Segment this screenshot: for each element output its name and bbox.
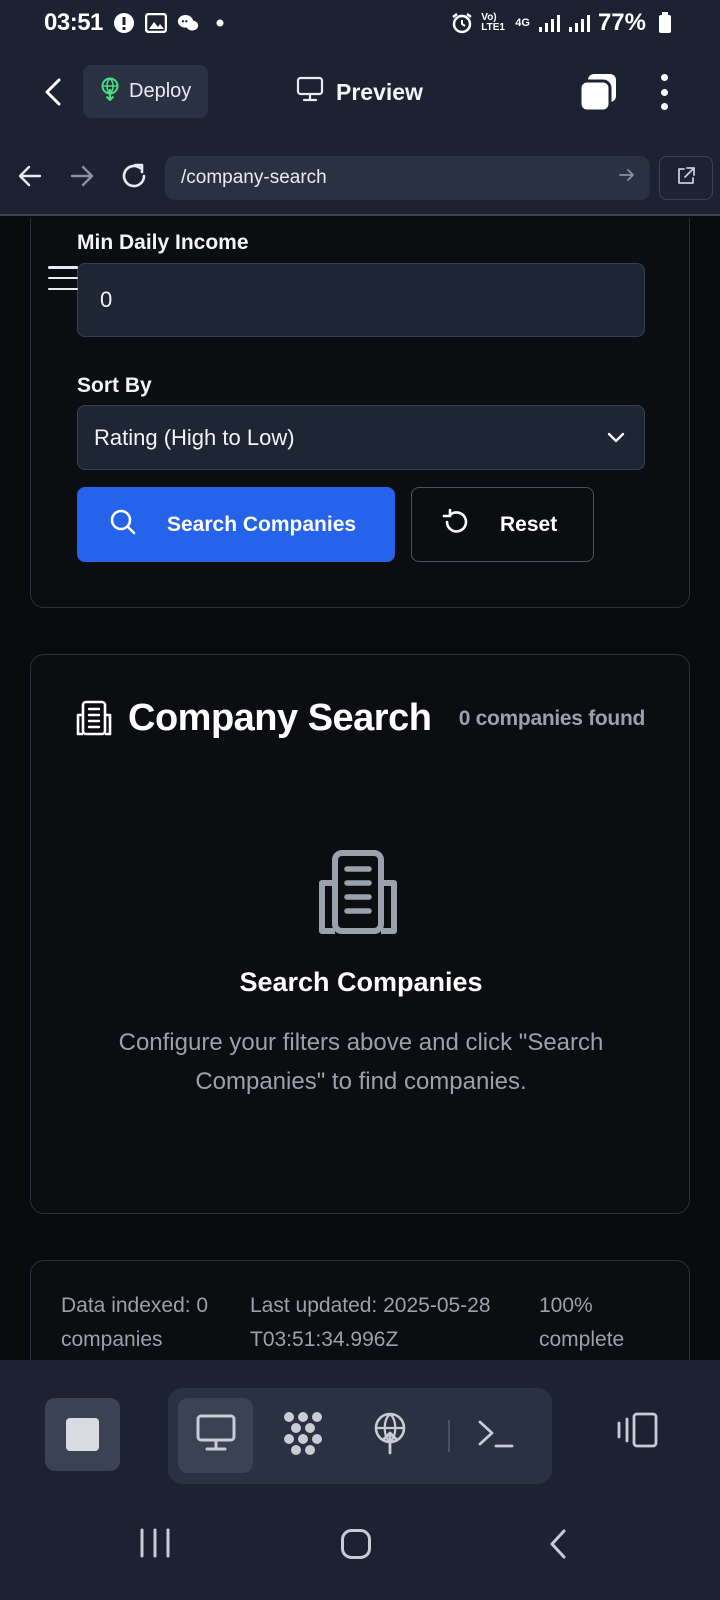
view-switcher (168, 1388, 552, 1484)
min-daily-income-value: 0 (100, 287, 113, 312)
url-bar: /company-search (0, 138, 720, 216)
workflow-view-button[interactable] (265, 1398, 340, 1473)
stat-last-updated: Last updated: 2025-05-28T03:51:34.996Z (250, 1294, 491, 1351)
nav-back-icon[interactable] (14, 160, 46, 192)
preview-label: Preview (336, 78, 423, 105)
deploy-button[interactable]: Deploy (83, 65, 208, 118)
results-count: 0 companies found (458, 707, 646, 730)
signal-strength-2-icon (568, 12, 590, 34)
search-companies-button[interactable]: Search Companies (77, 487, 395, 562)
url-input[interactable]: /company-search (165, 156, 650, 200)
recent-apps-icon[interactable] (138, 1528, 172, 1558)
stop-icon (66, 1418, 99, 1451)
stat-indexed: Data indexed: 0 companies (61, 1294, 209, 1351)
signal-label: Vo) LTE1 (481, 12, 505, 33)
terminal-icon (476, 1416, 516, 1455)
chat-icon (177, 12, 199, 34)
alarm-icon (451, 12, 473, 34)
device-toggle-icon[interactable] (612, 1408, 662, 1452)
monitor-icon (196, 1414, 236, 1457)
globe-upload-icon (371, 1411, 409, 1460)
deploy-label: Deploy (129, 80, 192, 102)
go-arrow-icon[interactable] (618, 166, 636, 190)
reset-label: Reset (500, 512, 558, 536)
bottom-toolbar (0, 1360, 720, 1486)
stat-progress: 100% complete (539, 1294, 625, 1351)
home-icon[interactable] (340, 1528, 372, 1560)
empty-state-title: Search Companies (239, 967, 483, 997)
preview-tab[interactable]: Preview (296, 70, 423, 114)
terminal-view-button[interactable] (458, 1398, 533, 1473)
filters-card: Min Daily Income 0 Sort By Rating (High … (30, 218, 690, 608)
monitor-icon (296, 76, 324, 108)
sort-by-value: Rating (High to Low) (94, 424, 295, 450)
preview-view-button[interactable] (178, 1398, 253, 1473)
deploy-view-button[interactable] (352, 1398, 427, 1473)
menu-icon[interactable] (48, 266, 78, 290)
gallery-icon (144, 12, 167, 34)
results-title: Company Search (128, 697, 432, 739)
battery-percent: 77% (597, 9, 646, 36)
back-icon[interactable] (38, 74, 68, 110)
reset-icon (442, 508, 470, 542)
status-time: 03:51 (44, 9, 103, 36)
refresh-icon[interactable] (118, 160, 150, 192)
url-text: /company-search (181, 167, 327, 188)
more-options-icon[interactable] (652, 72, 676, 112)
sort-by-label: Sort By (77, 374, 152, 397)
empty-state-building-icon (313, 847, 403, 937)
search-icon (109, 508, 137, 542)
signal-strength-icon (538, 12, 560, 34)
tabs-switcher-icon[interactable] (578, 72, 618, 113)
network-type: 4G (515, 17, 530, 29)
app-header: Deploy Preview (0, 46, 720, 138)
min-daily-income-input[interactable]: 0 (77, 263, 645, 337)
building-icon (75, 699, 113, 737)
page-content: Min Daily Income 0 Sort By Rating (High … (0, 218, 720, 1360)
stop-button[interactable] (45, 1398, 120, 1471)
battery-icon (654, 12, 676, 34)
search-companies-label: Search Companies (167, 512, 357, 536)
nodes-icon (280, 1410, 326, 1461)
nav-forward-icon[interactable] (66, 160, 98, 192)
system-navigation-bar (0, 1486, 720, 1600)
alert-icon (113, 12, 135, 34)
stats-card: Data indexed: 0 companies Last updated: … (30, 1260, 690, 1360)
deploy-icon (99, 77, 121, 107)
system-back-icon[interactable] (548, 1528, 568, 1560)
notification-dot-icon (209, 12, 231, 34)
min-daily-income-label: Min Daily Income (77, 231, 249, 254)
chevron-down-icon (606, 426, 626, 456)
empty-state-message: Configure your filters above and click "… (118, 1029, 604, 1095)
toolbar-divider (448, 1420, 450, 1452)
results-card: Company Search 0 companies found Search … (30, 654, 690, 1214)
reset-button[interactable]: Reset (411, 487, 594, 562)
external-link-icon (676, 166, 696, 191)
open-external-button[interactable] (659, 156, 713, 200)
sort-by-select[interactable]: Rating (High to Low) (77, 405, 645, 470)
status-bar: 03:51 Vo) LTE1 4G 77% (0, 0, 720, 46)
